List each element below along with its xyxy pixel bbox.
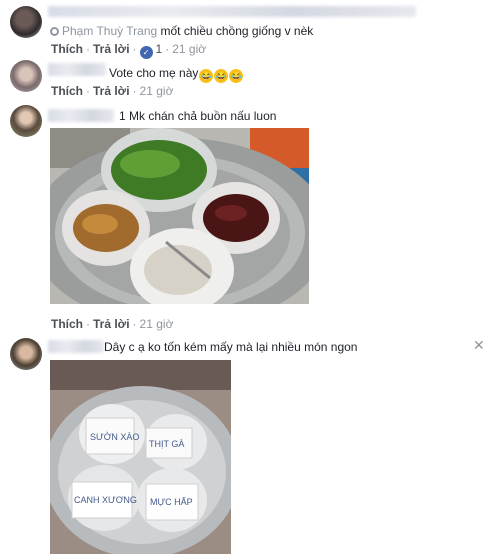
comment-body: mốt chiều chồng giống v nèk <box>160 24 314 38</box>
photo-label-canh-xuong: CANH XƯƠNG <box>74 495 137 505</box>
comment-text: Dây c ạ ko tốn kém mấy mà lại nhiều món … <box>104 340 357 354</box>
like-link[interactable]: Thích <box>51 42 83 56</box>
timestamp[interactable]: 21 giờ <box>172 42 206 56</box>
comment-text: Vote cho mẹ này 😂 😂 😂 <box>109 66 244 83</box>
like-icon: ✓ <box>139 46 153 59</box>
comment-author[interactable]: Phạm Thuỳ Trang <box>62 24 157 38</box>
laughing-emoji-icon: 😂 <box>229 69 244 83</box>
comment-actions: Thích · Trả lời · 21 giờ <box>51 317 174 331</box>
food-photo[interactable] <box>50 128 309 304</box>
photo-label-muc-hap: MỰC HẤP <box>150 497 193 507</box>
like-link[interactable]: Thích <box>51 84 83 98</box>
avatar[interactable] <box>10 105 42 137</box>
food-photo-labels-image: SƯỜN XÀO THỊT GÀ CANH XƯƠNG MỰC HẤP <box>50 360 231 554</box>
comment-body: 1 Mk chán chả buồn nấu luon <box>119 109 277 123</box>
comment-body: Vote cho mẹ này <box>109 66 199 80</box>
food-photo-image <box>50 128 309 304</box>
avatar[interactable] <box>10 6 42 38</box>
blurred-name <box>48 6 416 17</box>
comment-text: Phạm Thuỳ Trang mốt chiều chồng giống v … <box>62 24 313 38</box>
reply-link[interactable]: Trả lời <box>93 317 130 331</box>
blurred-name <box>48 63 106 76</box>
close-icon[interactable]: ✕ <box>473 337 484 354</box>
timestamp[interactable]: 21 giờ <box>140 84 174 98</box>
reply-link[interactable]: Trả lời <box>93 42 130 56</box>
like-count[interactable]: 1 <box>156 42 163 56</box>
avatar[interactable] <box>10 60 42 92</box>
blurred-name <box>48 109 114 122</box>
blurred-name <box>48 340 104 353</box>
comment-body: Dây c ạ ko tốn kém mấy mà lại nhiều món … <box>104 340 358 354</box>
laughing-emoji-icon: 😂 <box>199 69 214 83</box>
food-photo-labels[interactable]: SƯỜN XÀO THỊT GÀ CANH XƯƠNG MỰC HẤP <box>50 360 231 554</box>
comment-text: 1 Mk chán chả buồn nấu luon <box>119 109 276 123</box>
like-link[interactable]: Thích <box>51 317 83 331</box>
gear-icon <box>50 27 59 36</box>
laughing-emoji-icon: 😂 <box>214 69 229 83</box>
reply-link[interactable]: Trả lời <box>93 84 130 98</box>
comment-actions: Thích · Trả lời · 21 giờ <box>51 84 174 98</box>
comment-actions: Thích · Trả lời · ✓ 1 · 21 giờ <box>51 42 207 59</box>
photo-label-thit-ga: THỊT GÀ <box>149 439 184 449</box>
avatar[interactable] <box>10 338 42 370</box>
photo-label-suon-xao: SƯỜN XÀO <box>90 432 139 442</box>
timestamp[interactable]: 21 giờ <box>140 317 174 331</box>
